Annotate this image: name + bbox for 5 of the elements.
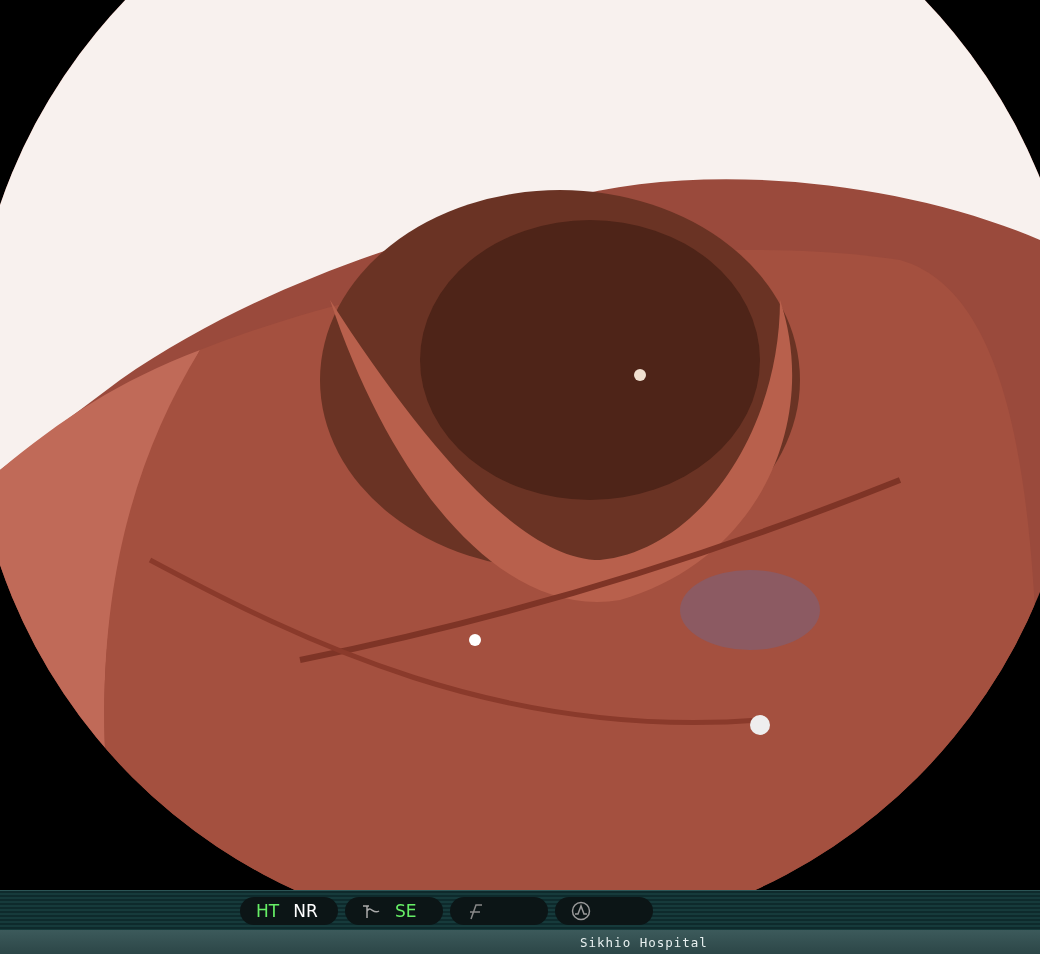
mode-label: HT xyxy=(256,900,280,921)
institution-name: Sikhio Hospital xyxy=(580,934,708,950)
waveform-icon xyxy=(571,900,591,921)
mode-label: NR xyxy=(293,900,318,921)
mode-label: SE xyxy=(395,900,417,921)
